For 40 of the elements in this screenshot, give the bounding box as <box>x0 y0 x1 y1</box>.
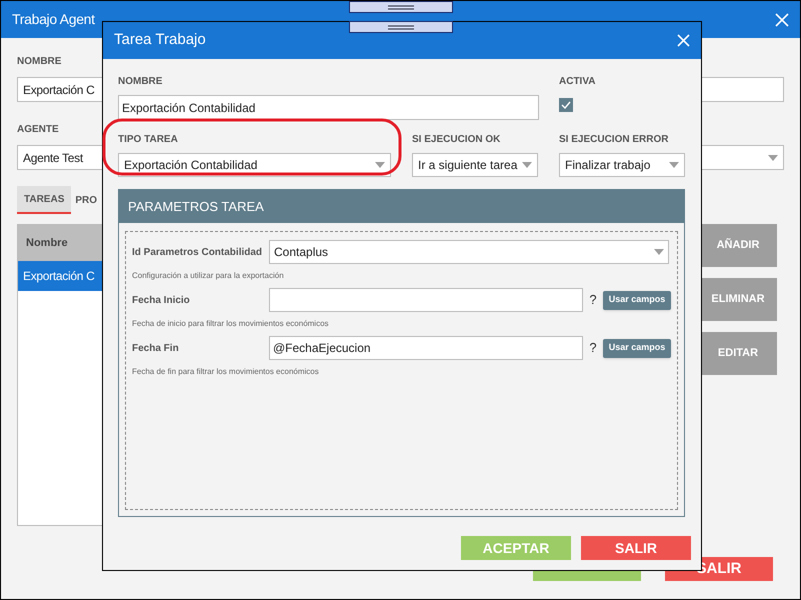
help-mark[interactable]: ? <box>583 338 603 358</box>
use-fields-button[interactable]: Usar campos <box>603 290 671 310</box>
select-field[interactable]: Ir a siguiente tarea <box>412 153 538 177</box>
tab[interactable]: PRO <box>71 186 98 214</box>
close-button[interactable] <box>677 34 690 47</box>
dropdown-caret-icon <box>375 162 385 168</box>
input-field[interactable]: @FechaEjecucion <box>269 336 583 360</box>
field-label: NOMBRE <box>17 55 62 69</box>
param-label: Id Parametros Contabilidad <box>132 246 264 260</box>
field-label: ACTIVA <box>559 75 596 89</box>
active-checkbox[interactable] <box>559 98 573 112</box>
param-label: Fecha Inicio <box>132 294 191 308</box>
dialog-title: Tarea Trabajo <box>114 30 206 50</box>
use-fields-button[interactable]: Usar campos <box>603 338 671 358</box>
dropdown-caret-icon <box>768 154 778 160</box>
name-field[interactable]: Exportación Contabilidad <box>118 95 539 120</box>
tab[interactable]: TAREAS <box>17 186 72 214</box>
select-field[interactable]: Finalizar trabajo <box>559 153 685 177</box>
help-mark[interactable]: ? <box>583 290 603 310</box>
dropdown-caret-icon <box>522 162 532 168</box>
panel-title: PARAMETROS TAREA <box>128 198 264 216</box>
param-hint: Fecha de fin para filtrar los movimientos económicos <box>132 366 320 378</box>
exit-button[interactable]: SALIR <box>581 536 691 560</box>
close-button[interactable] <box>775 12 789 26</box>
column-header: Nombre <box>26 236 68 251</box>
input-field[interactable] <box>269 288 583 312</box>
param-label: Fecha Fin <box>132 342 180 356</box>
param-hint: Fecha de inicio para filtrar los movimientos económicos <box>132 318 330 330</box>
select-field[interactable]: Contaplus <box>269 240 669 264</box>
drag-handle[interactable] <box>349 1 453 13</box>
field-label: SI EJECUCION OK <box>412 133 500 147</box>
window-title: Trabajo Agent <box>12 10 95 29</box>
field-label: NOMBRE <box>118 75 164 89</box>
drag-handle[interactable] <box>349 21 453 33</box>
field-label: TIPO TAREA <box>118 133 178 147</box>
field-label: AGENTE <box>17 123 59 137</box>
dropdown-caret-icon <box>654 249 664 255</box>
field-label: SI EJECUCION ERROR <box>559 133 668 147</box>
dropdown-caret-icon <box>669 162 679 168</box>
param-hint: Configuración a utilizar para la exportación <box>132 270 285 282</box>
